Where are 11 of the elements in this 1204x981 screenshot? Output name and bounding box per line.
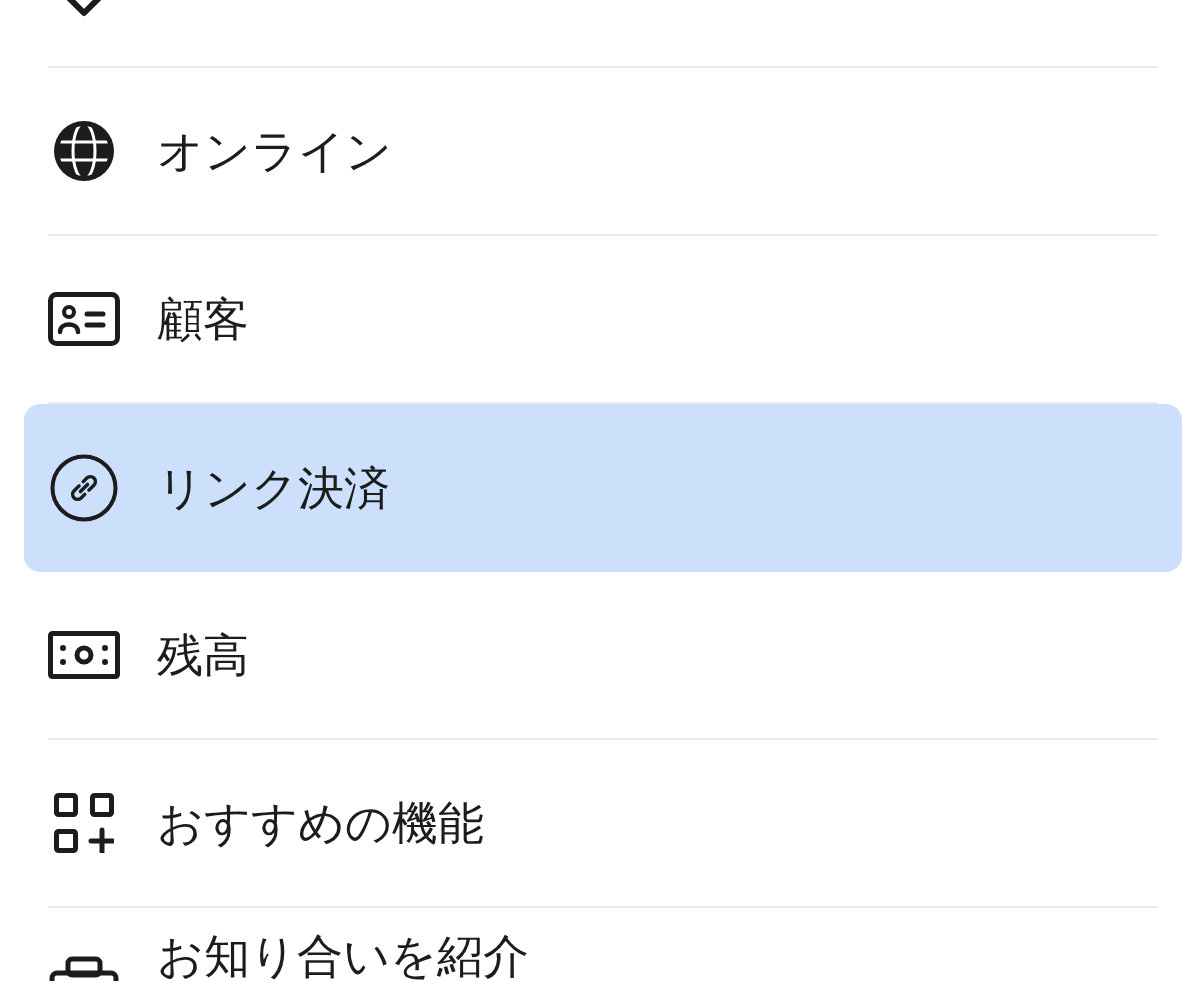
link-icon	[50, 454, 118, 522]
add-apps-icon	[54, 793, 114, 853]
cash-icon	[48, 631, 120, 679]
menu-item[interactable]: おすすめの機能	[24, 740, 1182, 906]
globe-icon	[54, 121, 114, 181]
menu-item[interactable]: リンク決済	[24, 404, 1182, 572]
menu-item[interactable]: 残高	[24, 572, 1182, 738]
menu-item[interactable]: オンライン	[24, 68, 1182, 234]
menu-item[interactable]: 顧客	[24, 236, 1182, 402]
id-card-icon	[48, 292, 120, 346]
menu-item[interactable]: お知り合いを紹介	[24, 908, 1182, 981]
